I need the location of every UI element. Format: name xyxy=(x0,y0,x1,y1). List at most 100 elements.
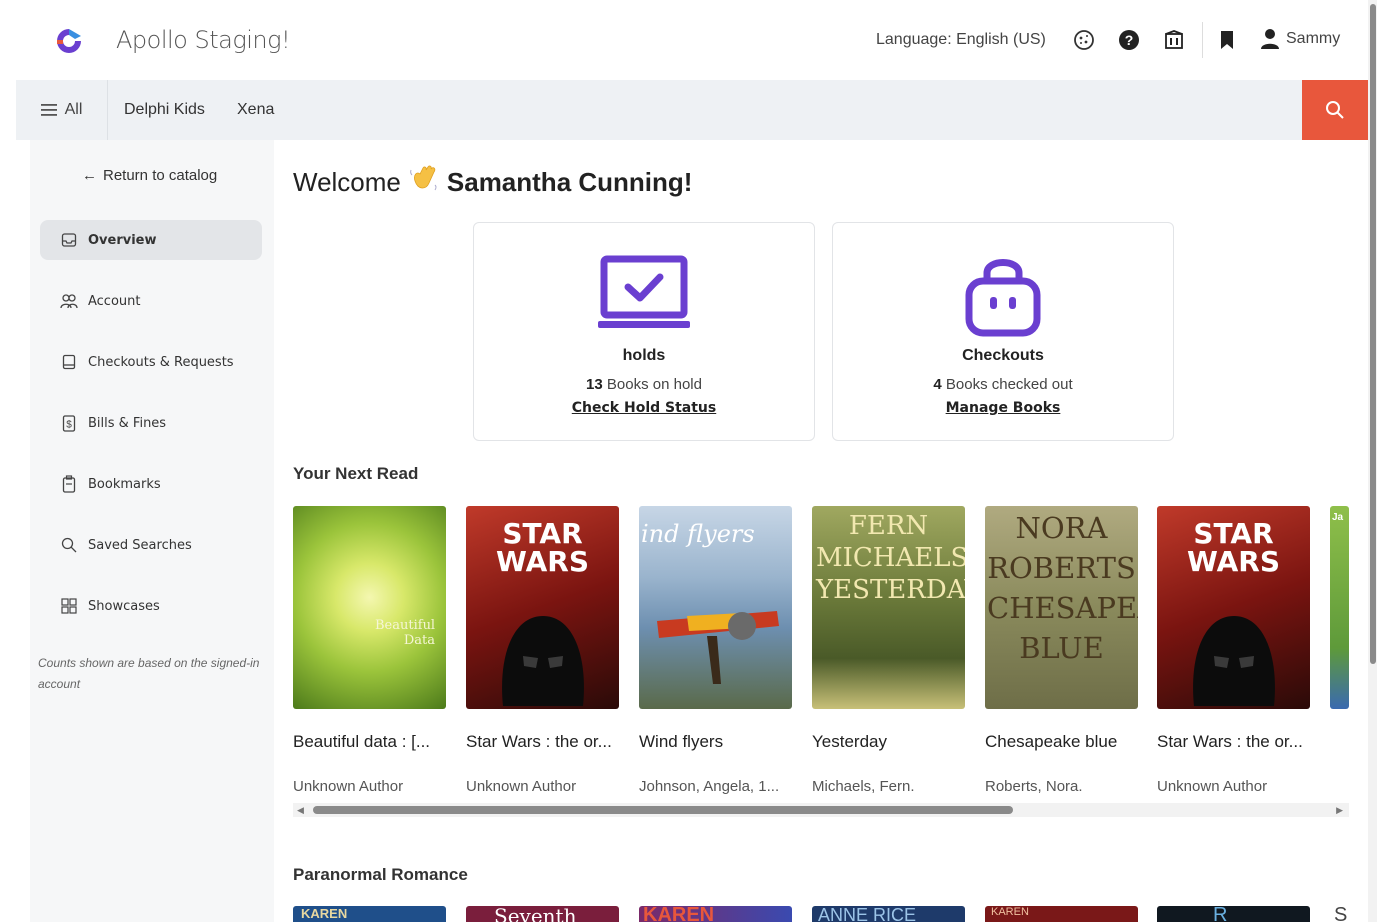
holds-count-suffix: Books on hold xyxy=(606,376,702,393)
hamburger-icon xyxy=(40,104,57,116)
welcome-greeting: Welcome xyxy=(293,167,401,197)
cover-title-text: Beautiful Data xyxy=(375,618,436,648)
sidebar-item-checkouts-requests[interactable]: Checkouts & Requests xyxy=(40,342,262,382)
checkouts-count-line: 4 Books checked out xyxy=(833,376,1173,393)
app-logo-icon[interactable] xyxy=(54,26,84,56)
user-icon xyxy=(1261,29,1279,49)
book-cover[interactable]: S xyxy=(1330,906,1349,922)
return-label: Return to catalog xyxy=(103,167,218,184)
checkouts-count: 4 xyxy=(933,376,942,393)
nav-link-xena[interactable]: Xena xyxy=(237,101,274,119)
nav-all-menu[interactable]: All xyxy=(16,80,108,140)
book-author: Johnson, Angela, 1... xyxy=(639,778,780,795)
arrow-left-icon: ← xyxy=(82,167,97,184)
sidebar-item-label: Bills & Fines xyxy=(88,415,167,431)
sidebar-item-account[interactable]: Account xyxy=(40,281,262,321)
cover-title-text: Ja xyxy=(1332,512,1344,523)
holds-count-line: 13 Books on hold xyxy=(474,376,814,393)
book-title[interactable]: Wind flyers xyxy=(639,732,794,752)
nav-link-delphi-kids[interactable]: Delphi Kids xyxy=(124,101,205,119)
book-cover[interactable]: Ja xyxy=(1330,506,1349,709)
library-icon[interactable] xyxy=(1162,28,1186,52)
user-menu[interactable]: Sammy xyxy=(1260,28,1340,50)
book-title[interactable]: Star Wars : the or... xyxy=(1157,732,1312,752)
sidebar-item-label: Checkouts & Requests xyxy=(88,354,234,370)
cover-title-text: ind flyers xyxy=(641,520,755,548)
sidebar-item-label: Account xyxy=(88,293,141,309)
book-cover[interactable]: KAREN xyxy=(293,906,446,922)
search-button[interactable] xyxy=(1302,80,1368,140)
book-card[interactable]: STAR WARS Star Wars : the or... Unknown … xyxy=(466,506,619,795)
scroll-left-arrow-icon[interactable]: ◀ xyxy=(297,805,304,816)
sidebar-item-saved-searches[interactable]: Saved Searches xyxy=(40,525,262,565)
scroll-right-arrow-icon[interactable]: ▶ xyxy=(1336,805,1343,816)
sidebar-item-label: Bookmarks xyxy=(88,476,161,492)
book-cover[interactable]: NORA ROBERTS CHESAPEAKE BLUE xyxy=(985,506,1138,709)
sidebar-item-showcases[interactable]: Showcases xyxy=(40,586,262,626)
help-icon[interactable]: ? xyxy=(1117,28,1141,52)
book-card[interactable]: FERN MICHAELS YESTERDAY Yesterday Michae… xyxy=(812,506,965,795)
svg-text:?: ? xyxy=(1125,32,1134,48)
holds-card-title: holds xyxy=(622,347,666,364)
book-cover[interactable]: ANNE RICE xyxy=(812,906,965,922)
book-cover[interactable]: Beautiful Data xyxy=(293,506,446,709)
checkouts-card: Checkouts 4 Books checked out Manage Boo… xyxy=(832,222,1174,441)
book-cover[interactable]: Seventh xyxy=(466,906,619,922)
waving-hand-icon xyxy=(409,165,439,200)
book-card[interactable]: ind flyers Wind flyers Johnson, Angela, … xyxy=(639,506,792,795)
sidebar-item-bills-fines[interactable]: $ Bills & Fines xyxy=(40,403,262,443)
cover-title-text: ANNE RICE xyxy=(818,906,917,922)
grid-icon xyxy=(60,597,78,615)
language-selector[interactable]: Language: English (US) xyxy=(876,31,1046,49)
manage-books-link[interactable]: Manage Books xyxy=(833,400,1173,416)
dollar-icon: $ xyxy=(60,414,78,432)
inbox-icon xyxy=(60,231,78,249)
book-author: Michaels, Fern. xyxy=(812,778,915,795)
nav-all-label: All xyxy=(64,101,83,118)
book-card[interactable]: Ja Ca Ja xyxy=(1330,506,1349,709)
bookmark-icon[interactable] xyxy=(1215,28,1239,52)
svg-text:$: $ xyxy=(66,420,72,431)
sidebar-item-overview[interactable]: Overview xyxy=(40,220,262,260)
sidebar-item-bookmarks[interactable]: Bookmarks xyxy=(40,464,262,504)
book-title[interactable]: Beautiful data : [... xyxy=(293,732,448,752)
book-card[interactable]: Beautiful Data Beautiful data : [... Unk… xyxy=(293,506,446,795)
welcome-heading: Welcome Samantha Cunning! xyxy=(293,165,692,200)
cover-title-text: S xyxy=(1334,906,1348,922)
page: Apollo Staging! Language: English (US) ?… xyxy=(0,0,1377,922)
carousel-scrollbar-thumb[interactable] xyxy=(313,806,1013,814)
book-card[interactable]: STAR WARS Star Wars : the or... Unknown … xyxy=(1157,506,1310,795)
book-cover[interactable]: ind flyers xyxy=(639,506,792,709)
carousel-scrollbar[interactable]: ◀ ▶ xyxy=(293,803,1349,817)
book-card[interactable]: NORA ROBERTS CHESAPEAKE BLUE Chesapeake … xyxy=(985,506,1138,795)
page-scrollbar-thumb[interactable] xyxy=(1370,4,1376,664)
book-author: Unknown Author xyxy=(293,778,404,795)
check-hold-status-link[interactable]: Check Hold Status xyxy=(474,400,814,416)
return-to-catalog-link[interactable]: ← Return to catalog xyxy=(82,167,217,184)
top-header: Apollo Staging! Language: English (US) ?… xyxy=(16,0,1368,80)
account-sidebar: ← Return to catalog Overview Account Che… xyxy=(30,140,274,922)
book-cover[interactable]: STAR WARS xyxy=(466,506,619,709)
book-title[interactable]: Chesapeake blue xyxy=(985,732,1140,752)
sidebar-item-label: Saved Searches xyxy=(88,537,192,553)
book-cover[interactable]: FERN MICHAELS YESTERDAY xyxy=(812,506,965,709)
cover-title-text: R xyxy=(1213,906,1228,922)
counts-note: Counts shown are based on the signed-in … xyxy=(38,656,260,691)
book-cover[interactable]: R xyxy=(1157,906,1310,922)
holds-card: holds 13 Books on hold Check Hold Status xyxy=(473,222,815,441)
app-title[interactable]: Apollo Staging! xyxy=(116,26,291,54)
clipboard-icon xyxy=(60,475,78,493)
book-cover[interactable]: KAREN xyxy=(985,906,1138,922)
cover-title-text: FERN MICHAELS YESTERDAY xyxy=(816,511,965,605)
cover-title-text: KAREN xyxy=(991,906,1029,918)
user-name: Sammy xyxy=(1286,30,1341,47)
book-cover[interactable]: STAR WARS xyxy=(1157,506,1310,709)
cookie-icon[interactable] xyxy=(1072,28,1096,52)
sidebar-item-label: Showcases xyxy=(88,598,160,614)
book-title[interactable]: Star Wars : the or... xyxy=(466,732,621,752)
sidebar-item-label: Overview xyxy=(88,232,157,248)
nav-bar: All Delphi Kids Xena xyxy=(16,80,1368,140)
book-cover[interactable]: KAREN xyxy=(639,906,792,922)
book-title[interactable]: Yesterday xyxy=(812,732,967,752)
section-title-your-next-read: Your Next Read xyxy=(293,464,419,483)
